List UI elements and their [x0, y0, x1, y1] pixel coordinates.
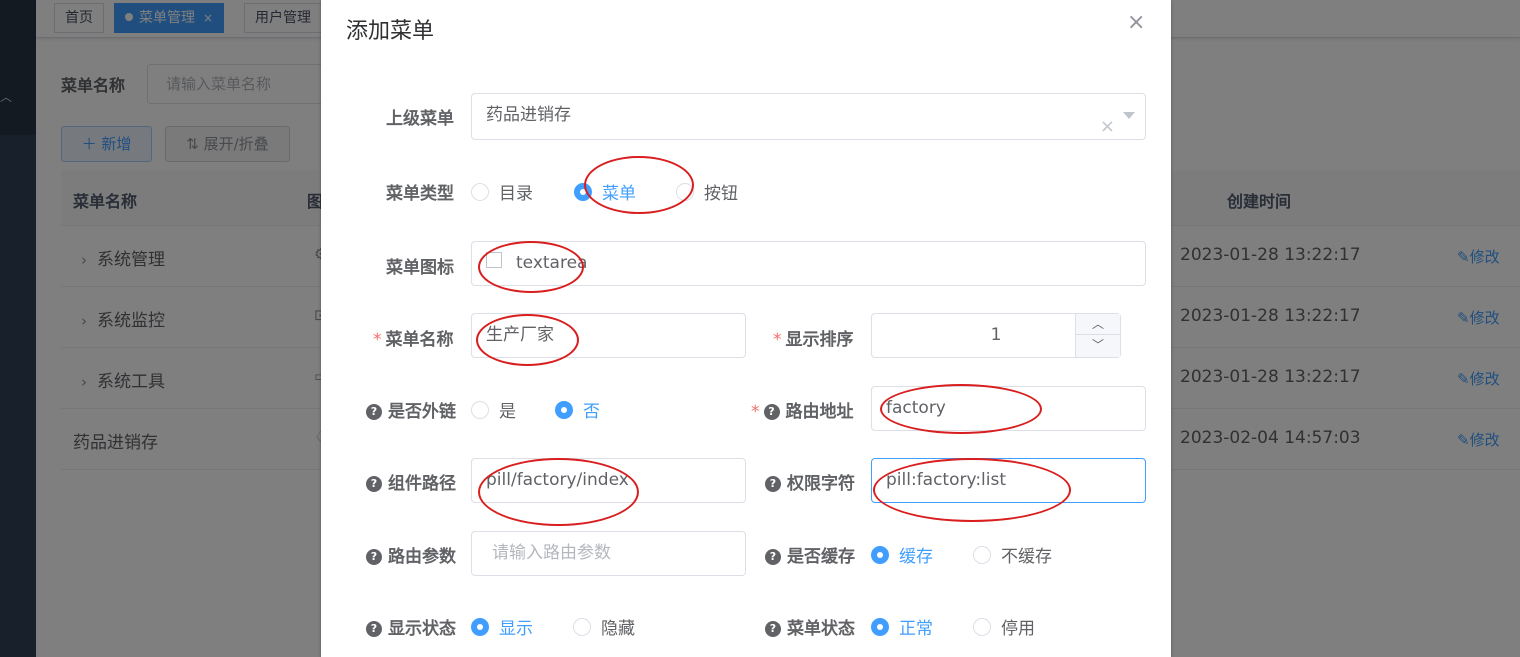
stepper-buttons: ︿ ﹀: [1075, 314, 1120, 357]
close-icon[interactable]: ×: [1127, 10, 1145, 35]
order-stepper[interactable]: 1 ︿ ﹀: [871, 313, 1121, 358]
radio-label: 按钮: [704, 184, 738, 204]
increase-icon[interactable]: ︿: [1076, 314, 1120, 335]
radio-label: 目录: [499, 184, 533, 204]
annotation-ellipse-icon: [478, 241, 584, 293]
status-label-text: 菜单状态: [787, 619, 855, 639]
menu-name-label-text: 菜单名称: [385, 330, 454, 350]
dialog-title: 添加菜单: [346, 19, 435, 44]
radio-label: 缓存: [899, 547, 933, 567]
question-icon[interactable]: ?: [366, 621, 382, 637]
radio-visible-hide[interactable]: 隐藏: [573, 614, 635, 639]
annotation-ellipse-component: [478, 458, 639, 526]
route-path-label-text: 路由地址: [785, 402, 854, 422]
cache-label: ? 是否缓存: [765, 542, 855, 567]
external-link-label-text: 是否外链: [388, 402, 456, 422]
required-mark: *: [373, 330, 382, 350]
annotation-ellipse-menu-type: [584, 156, 694, 214]
chevron-down-icon[interactable]: [1123, 112, 1135, 119]
radio-label: 隐藏: [601, 619, 635, 639]
menu-icon-label: 菜单图标: [386, 258, 454, 278]
parent-menu-label: 上级菜单: [386, 109, 454, 129]
annotation-ellipse-name: [476, 314, 579, 366]
status-label: ? 菜单状态: [765, 614, 855, 639]
radio-circle: [573, 618, 591, 636]
radio-external-yes[interactable]: 是: [471, 397, 516, 422]
add-menu-dialog: 添加菜单 × 上级菜单 药品进销存 × 菜单类型 目录 菜单 按钮 菜单图标 t…: [321, 0, 1171, 657]
component-path-label-text: 组件路径: [388, 474, 456, 494]
menu-type-label: 菜单类型: [386, 184, 454, 204]
external-link-label: ? 是否外链: [366, 397, 456, 422]
route-path-label: *? 路由地址: [751, 397, 854, 422]
question-icon[interactable]: ?: [765, 549, 781, 565]
radio-cache-yes[interactable]: 缓存: [871, 542, 933, 567]
question-icon[interactable]: ?: [763, 404, 780, 420]
annotation-ellipse-perms: [873, 458, 1071, 522]
visible-label: ? 显示状态: [366, 614, 456, 639]
parent-menu-value: 药品进销存: [486, 105, 571, 125]
radio-status-disabled[interactable]: 停用: [973, 614, 1035, 639]
required-mark: *: [751, 402, 760, 422]
radio-circle: [871, 618, 889, 636]
order-label: * 显示排序: [773, 325, 854, 350]
visible-label-text: 显示状态: [388, 619, 456, 639]
parent-menu-select[interactable]: 药品进销存 ×: [471, 93, 1146, 140]
radio-circle: [973, 546, 991, 564]
question-icon[interactable]: ?: [366, 404, 382, 420]
route-query-label-text: 路由参数: [388, 547, 456, 567]
order-label-text: 显示排序: [785, 330, 854, 350]
radio-circle: [471, 618, 489, 636]
decrease-icon[interactable]: ﹀: [1076, 335, 1120, 356]
question-icon[interactable]: ?: [366, 476, 382, 492]
radio-label: 显示: [499, 619, 533, 639]
order-value: 1: [990, 325, 1002, 345]
route-query-input[interactable]: 请输入路由参数: [471, 531, 746, 576]
component-path-label: ? 组件路径: [366, 469, 456, 494]
route-query-placeholder: 请输入路由参数: [492, 543, 611, 563]
clear-icon[interactable]: ×: [1100, 105, 1115, 148]
required-mark: *: [773, 330, 782, 350]
question-icon[interactable]: ?: [765, 476, 781, 492]
radio-label: 是: [499, 402, 516, 422]
radio-external-no[interactable]: 否: [555, 397, 600, 422]
cache-label-text: 是否缓存: [787, 547, 855, 567]
menu-name-label: * 菜单名称: [373, 325, 454, 350]
radio-status-normal[interactable]: 正常: [871, 614, 933, 639]
radio-circle: [973, 618, 991, 636]
radio-label: 正常: [899, 619, 933, 639]
annotation-ellipse-path: [880, 384, 1042, 434]
radio-label: 停用: [1001, 619, 1035, 639]
radio-circle: [471, 401, 489, 419]
question-icon[interactable]: ?: [765, 621, 781, 637]
radio-visible-show[interactable]: 显示: [471, 614, 533, 639]
radio-circle: [871, 546, 889, 564]
radio-circle: [555, 401, 573, 419]
radio-label: 不缓存: [1001, 547, 1052, 567]
question-icon[interactable]: ?: [366, 549, 382, 565]
permission-label-text: 权限字符: [787, 474, 855, 494]
radio-circle: [471, 183, 489, 201]
radio-type-directory[interactable]: 目录: [471, 179, 533, 204]
permission-label: ? 权限字符: [765, 469, 855, 494]
route-query-label: ? 路由参数: [366, 542, 456, 567]
radio-label: 否: [583, 402, 600, 422]
radio-cache-no[interactable]: 不缓存: [973, 542, 1052, 567]
